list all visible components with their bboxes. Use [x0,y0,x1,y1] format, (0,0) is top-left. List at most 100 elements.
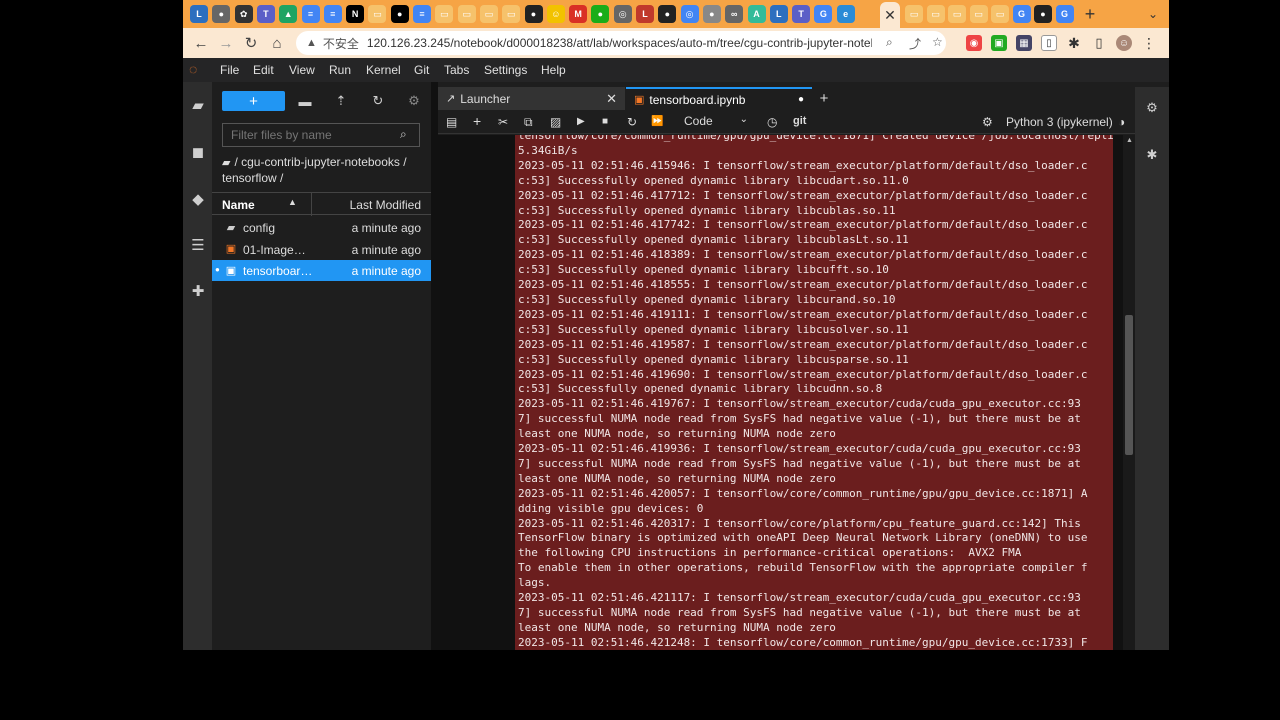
cell-type-value[interactable]: Code [684,114,713,128]
ltn-icon[interactable]: L [190,5,208,23]
new-folder-icon[interactable]: ▬ [296,92,314,110]
menu-icon[interactable]: ⋮ [1141,35,1157,51]
menu-settings[interactable]: Settings [484,63,527,77]
docs-icon[interactable]: ≡ [323,5,342,23]
scrollbar[interactable]: ▲ [1123,135,1135,650]
openai-icon[interactable]: ✿ [234,5,253,23]
menu-help[interactable]: Help [541,63,566,77]
google-icon[interactable]: G [1055,5,1074,23]
browser-icon[interactable]: ◎ [613,5,632,23]
emoji-icon[interactable]: ☺ [546,5,565,23]
cell-type-select[interactable]: Code ⌄ [684,114,754,131]
git-clone-icon[interactable]: ⚙ [405,92,423,110]
extension-icon[interactable]: ◉ [966,35,982,51]
app-icon[interactable]: A [747,5,766,23]
menu-view[interactable]: View [289,63,315,77]
url-text[interactable]: 120.126.23.245/notebook/d000018238/att/l… [367,36,872,50]
gmail-icon[interactable]: M [569,5,588,23]
sidepanel-icon[interactable]: ▯ [1091,35,1107,51]
new-launcher-button[interactable]: + [222,91,285,111]
column-last-modified[interactable]: Last Modified [350,198,421,212]
new-tab-button[interactable]: + [1080,3,1100,25]
add-tab-button[interactable]: + [816,87,832,110]
cell-output-stderr[interactable]: tensorflow/core/common_runtime/gpu/gpu_d… [515,135,1113,650]
extension-icon[interactable]: ▦ [1016,35,1032,51]
git-icon[interactable]: ◆ [188,189,208,209]
sort-asc-icon[interactable]: ▲ [288,197,297,207]
filter-input[interactable] [222,123,420,147]
wechat-icon[interactable]: ● [591,5,610,23]
folder-icon[interactable]: ▭ [991,5,1009,23]
back-icon[interactable]: ← [191,33,211,53]
running-icon[interactable]: ◼ [188,142,208,162]
property-inspector-icon[interactable]: ⚙ [1144,100,1160,116]
menu-git[interactable]: Git [414,63,429,77]
settings-gear-icon[interactable]: ⚙ [982,115,993,129]
security-label[interactable]: 不安全 [323,35,359,52]
google-icon[interactable]: G [814,5,833,23]
drive-icon[interactable]: ▲ [279,5,298,23]
scroll-thumb[interactable] [1125,315,1133,455]
avatar[interactable]: ☺ [1116,35,1132,51]
folder-icon[interactable]: ▭ [948,5,966,23]
column-divider[interactable] [311,193,312,216]
ltn-icon[interactable]: L [636,5,654,23]
menu-edit[interactable]: Edit [253,63,274,77]
paste-icon[interactable]: ▨ [550,115,561,129]
zoom-icon[interactable]: ⌕ [886,35,893,50]
github-icon[interactable]: ● [524,5,543,23]
file-browser-icon[interactable]: ▰ [188,95,208,115]
docs-icon[interactable]: ≡ [301,5,320,23]
reload-icon[interactable]: ↻ [241,33,261,53]
app-icon[interactable]: ● [702,5,721,23]
restart-icon[interactable]: ↻ [627,115,637,129]
unsaved-dot-icon[interactable]: ● [798,94,804,105]
extension-icon[interactable]: ▣ [991,35,1007,51]
cut-icon[interactable]: ✂ [498,115,508,129]
github-icon[interactable]: ● [658,5,677,23]
debugger-icon[interactable]: ✱ [1144,147,1160,163]
history-icon[interactable]: ◷ [767,115,777,129]
github-icon[interactable]: ● [1034,5,1052,23]
file-row[interactable]: ▣ 01-Image… a minute ago [212,239,431,260]
stop-icon[interactable]: ■ [602,116,608,127]
column-name[interactable]: Name [222,198,255,212]
docs-icon[interactable]: ≡ [413,5,431,23]
home-folder-icon[interactable]: ▰ [222,157,230,169]
upload-icon[interactable]: ⇡ [332,92,350,110]
tab-icon[interactable]: ▭ [368,5,387,23]
address-bar[interactable]: ▲ 不安全 120.126.23.245/notebook/d000018238… [296,31,946,55]
chrome-icon[interactable]: ◎ [680,5,699,23]
folder-icon[interactable]: ▭ [457,5,476,23]
run-all-icon[interactable]: ⏩ [651,116,663,127]
menu-run[interactable]: Run [329,63,351,77]
kernel-name[interactable]: Python 3 (ipykernel) [1006,115,1113,129]
run-icon[interactable]: ▶ [577,116,585,127]
menu-kernel[interactable]: Kernel [366,63,401,77]
folder-icon[interactable]: ▭ [435,5,454,23]
link-icon[interactable]: ∞ [725,5,744,23]
refresh-icon[interactable]: ↻ [369,92,387,110]
close-icon[interactable]: ✕ [606,91,617,107]
home-icon[interactable]: ⌂ [267,33,287,53]
edge-icon[interactable]: e [836,5,855,23]
bookmark-star-icon[interactable]: ☆ [932,35,943,49]
share-icon[interactable]: ⤴ [909,35,921,52]
google-icon[interactable]: G [1012,5,1031,23]
folder-icon[interactable]: ▭ [969,5,988,23]
scroll-up-icon[interactable]: ▲ [1126,137,1133,144]
extensions-puzzle-icon[interactable]: ✱ [1066,35,1082,51]
insert-cell-icon[interactable]: + [473,113,481,129]
extension-manager-icon[interactable]: ✚ [188,281,208,301]
tab-tensorboard-notebook[interactable]: ▣ tensorboard.ipynb ● [626,87,812,110]
folder-icon[interactable]: ▭ [905,5,923,23]
notion-icon[interactable]: N [346,5,365,23]
menu-file[interactable]: File [220,63,239,77]
tab-launcher[interactable]: ↗ Launcher ✕ [438,87,625,110]
menu-tabs[interactable]: Tabs [444,63,469,77]
teams-icon[interactable]: T [792,5,811,23]
close-tab-icon[interactable]: ✕ [884,7,896,24]
teams-icon[interactable]: T [256,5,275,23]
file-row[interactable]: ▰ config a minute ago [212,217,431,238]
git-button[interactable]: git [793,115,806,127]
